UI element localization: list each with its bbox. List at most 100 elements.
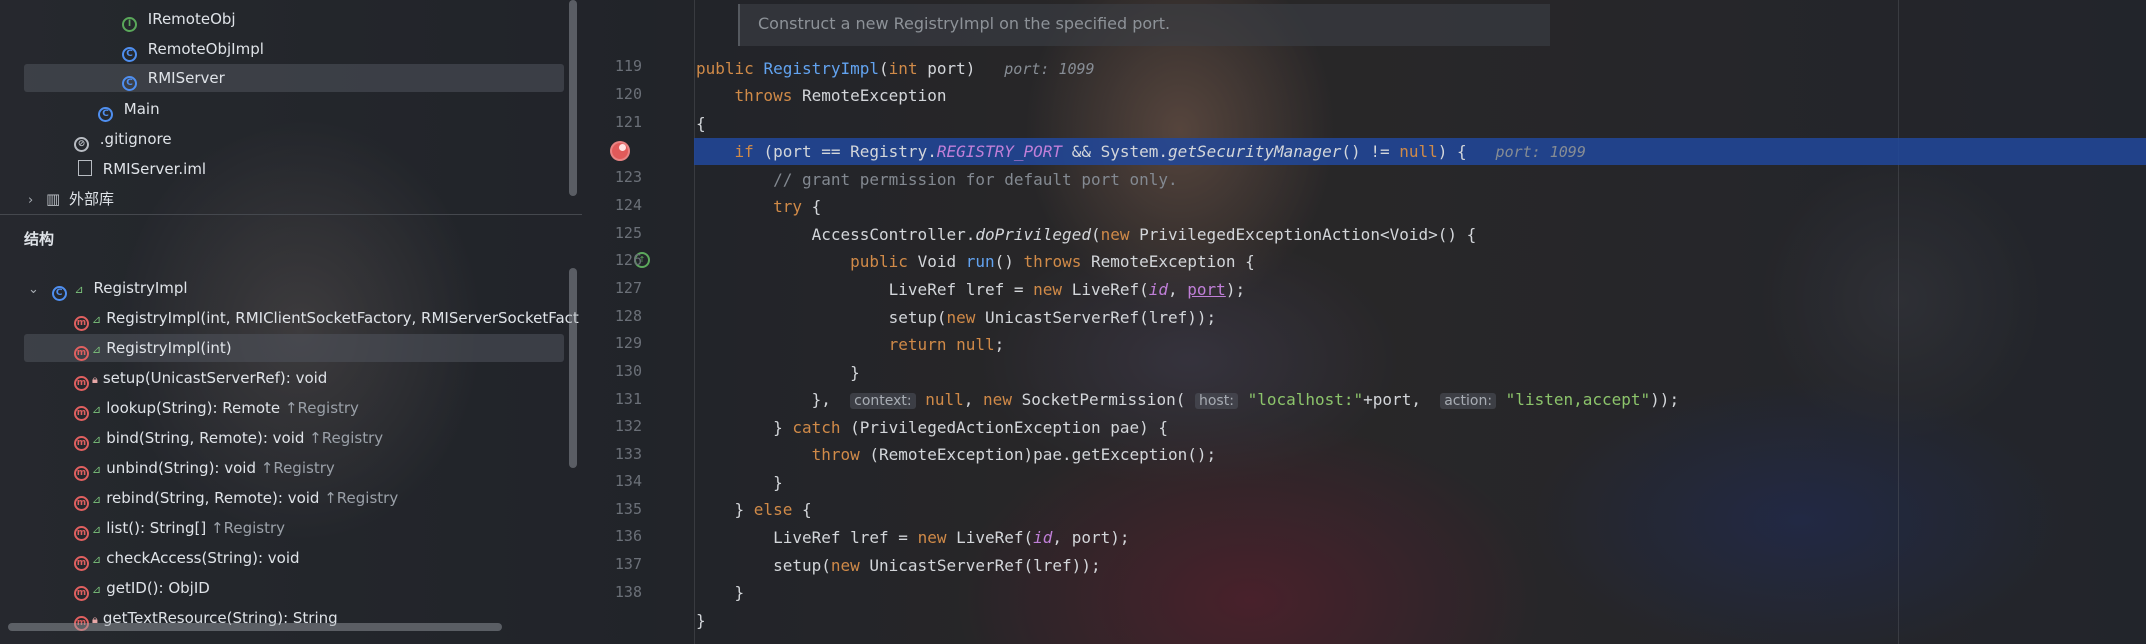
code-line-124[interactable]: try { bbox=[696, 193, 821, 220]
structure-member-selected[interactable]: m ⊿ RegistryImpl(int) bbox=[24, 334, 564, 362]
class-icon: C bbox=[98, 107, 113, 122]
line-number: 128 bbox=[614, 307, 642, 325]
code-editor[interactable]: Construct a new RegistryImpl on the spec… bbox=[582, 0, 2146, 644]
line-number: 119 bbox=[614, 57, 642, 75]
library-icon: ▥ bbox=[45, 190, 61, 208]
line-number: 133 bbox=[614, 445, 642, 463]
tree-item-iremoteobj[interactable]: I IRemoteObj bbox=[122, 5, 236, 33]
structure-member[interactable]: m ⊿ rebind(String, Remote): void ↑Registry bbox=[74, 484, 398, 512]
public-access-icon: ⊿ bbox=[92, 313, 102, 326]
class-icon: C bbox=[122, 47, 137, 62]
line-number: 120 bbox=[614, 85, 642, 103]
line-number: 132 bbox=[614, 417, 642, 435]
code-line-125[interactable]: AccessController.doPrivileged(new Privil… bbox=[696, 221, 1477, 248]
class-icon: C bbox=[51, 286, 67, 301]
tree-item-remoteobjimpl[interactable]: C RemoteObjImpl bbox=[122, 35, 264, 63]
method-icon: m bbox=[74, 406, 89, 421]
structure-member[interactable]: m ⊿ bind(String, Remote): void ↑Registry bbox=[74, 424, 383, 452]
line-number: 127 bbox=[614, 279, 642, 297]
right-margin-guide bbox=[1898, 0, 1899, 644]
line-number: 124 bbox=[614, 196, 642, 214]
line-number: 121 bbox=[614, 113, 642, 131]
line-number: 131 bbox=[614, 390, 642, 408]
public-access-icon: ⊿ bbox=[92, 433, 102, 446]
tree-item-rmiserver[interactable]: C RMIServer bbox=[24, 64, 564, 92]
structure-panel-title: 结构 bbox=[24, 230, 55, 248]
tree-item-main[interactable]: C Main bbox=[98, 95, 160, 123]
project-tree-scrollbar[interactable] bbox=[569, 0, 577, 196]
public-access-icon: ⊿ bbox=[92, 403, 102, 416]
code-line-123[interactable]: // grant permission for default port onl… bbox=[696, 166, 1178, 193]
structure-member[interactable]: m ⊿ unbind(String): void ↑Registry bbox=[74, 454, 335, 482]
structure-horizontal-scrollbar[interactable] bbox=[8, 623, 502, 631]
line-number: 123 bbox=[614, 168, 642, 186]
code-line-136[interactable]: LiveRef lref = new LiveRef(id, port); bbox=[696, 524, 1129, 551]
structure-scrollbar[interactable] bbox=[569, 268, 577, 468]
public-access-icon: ⊿ bbox=[92, 493, 102, 506]
panel-divider bbox=[0, 214, 582, 215]
method-icon: m bbox=[74, 466, 89, 481]
code-line-132[interactable]: } catch (PrivilegedActionException pae) … bbox=[696, 414, 1168, 441]
code-line-122[interactable]: if (port == Registry.REGISTRY_PORT && Sy… bbox=[696, 138, 1586, 165]
code-line-128[interactable]: setup(new UnicastServerRef(lref)); bbox=[696, 304, 1217, 331]
method-icon: m bbox=[74, 376, 89, 391]
tree-item-rmiserver-iml[interactable]: RMIServer.iml bbox=[78, 155, 206, 183]
structure-member[interactable]: m ⊿ getID(): ObjID bbox=[74, 574, 210, 602]
structure-member[interactable]: m ⊿ list(): String[] ↑Registry bbox=[74, 514, 285, 542]
class-icon: C bbox=[122, 76, 137, 91]
code-line-129[interactable]: return null; bbox=[696, 331, 1005, 358]
structure-root-registryimpl[interactable]: ⌄ C ⊿ RegistryImpl bbox=[28, 274, 188, 302]
line-number: 135 bbox=[614, 500, 642, 518]
code-line-121[interactable]: { bbox=[696, 110, 706, 137]
method-icon: m bbox=[74, 346, 89, 361]
line-number: 130 bbox=[614, 362, 642, 380]
code-line-130[interactable]: } bbox=[696, 359, 860, 386]
public-access-icon: ⊿ bbox=[92, 343, 102, 356]
line-number: 134 bbox=[614, 472, 642, 490]
method-icon: m bbox=[74, 496, 89, 511]
line-number: 137 bbox=[614, 555, 642, 573]
lock-icon: 🔒︎ bbox=[92, 373, 98, 386]
code-line-134[interactable]: } bbox=[696, 469, 783, 496]
code-line-135[interactable]: } else { bbox=[696, 496, 812, 523]
structure-member[interactable]: m ⊿ lookup(String): Remote ↑Registry bbox=[74, 394, 359, 422]
code-line-126[interactable]: public Void run() throws RemoteException… bbox=[696, 248, 1255, 275]
gutter-separator bbox=[694, 0, 695, 644]
chevron-right-icon[interactable]: › bbox=[28, 193, 33, 208]
line-number: 136 bbox=[614, 527, 642, 545]
ignore-file-icon: ⊘ bbox=[74, 137, 89, 152]
method-icon: m bbox=[74, 586, 89, 601]
code-line-139[interactable]: } bbox=[696, 607, 706, 634]
public-access-icon: ⊿ bbox=[92, 583, 102, 596]
public-access-icon: ⊿ bbox=[92, 523, 102, 536]
breakpoint-icon[interactable] bbox=[610, 141, 630, 161]
rendered-javadoc: Construct a new RegistryImpl on the spec… bbox=[738, 4, 1550, 46]
line-number: 129 bbox=[614, 334, 642, 352]
code-line-127[interactable]: LiveRef lref = new LiveRef(id, port); bbox=[696, 276, 1245, 303]
tree-item-gitignore[interactable]: ⊘ .gitignore bbox=[74, 125, 172, 153]
structure-member[interactable]: m ⊿ checkAccess(String): void bbox=[74, 544, 300, 572]
method-icon: m bbox=[74, 316, 89, 331]
project-and-structure-panel: I IRemoteObj C RemoteObjImpl C RMIServer… bbox=[0, 0, 582, 644]
public-access-icon: ⊿ bbox=[74, 283, 84, 296]
code-line-119[interactable]: public RegistryImpl(int port) port: 1099 bbox=[696, 55, 1095, 82]
code-line-133[interactable]: throw (RemoteException)pae.getException(… bbox=[696, 441, 1217, 468]
line-number: 125 bbox=[614, 224, 642, 242]
code-line-137[interactable]: setup(new UnicastServerRef(lref)); bbox=[696, 552, 1101, 579]
structure-member[interactable]: m ⊿ RegistryImpl(int, RMIClientSocketFacto… bbox=[74, 304, 579, 332]
method-icon: m bbox=[74, 436, 89, 451]
code-line-120[interactable]: throws RemoteException bbox=[696, 82, 947, 109]
interface-icon: I bbox=[122, 17, 137, 32]
method-icon: m bbox=[74, 556, 89, 571]
public-access-icon: ⊿ bbox=[92, 553, 102, 566]
structure-member[interactable]: m 🔒︎ setup(UnicastServerRef): void bbox=[74, 364, 327, 392]
public-access-icon: ⊿ bbox=[92, 463, 102, 476]
line-number: 138 bbox=[614, 583, 642, 601]
iml-file-icon bbox=[78, 160, 92, 176]
line-number: 126 bbox=[614, 251, 642, 269]
method-icon: m bbox=[74, 526, 89, 541]
code-line-131[interactable]: }, context: null, new SocketPermission( … bbox=[696, 386, 1679, 413]
code-line-138[interactable]: } bbox=[696, 579, 745, 606]
chevron-down-icon[interactable]: ⌄ bbox=[28, 282, 39, 297]
tree-item-external-libraries[interactable]: › ▥ 外部库 bbox=[28, 185, 114, 213]
